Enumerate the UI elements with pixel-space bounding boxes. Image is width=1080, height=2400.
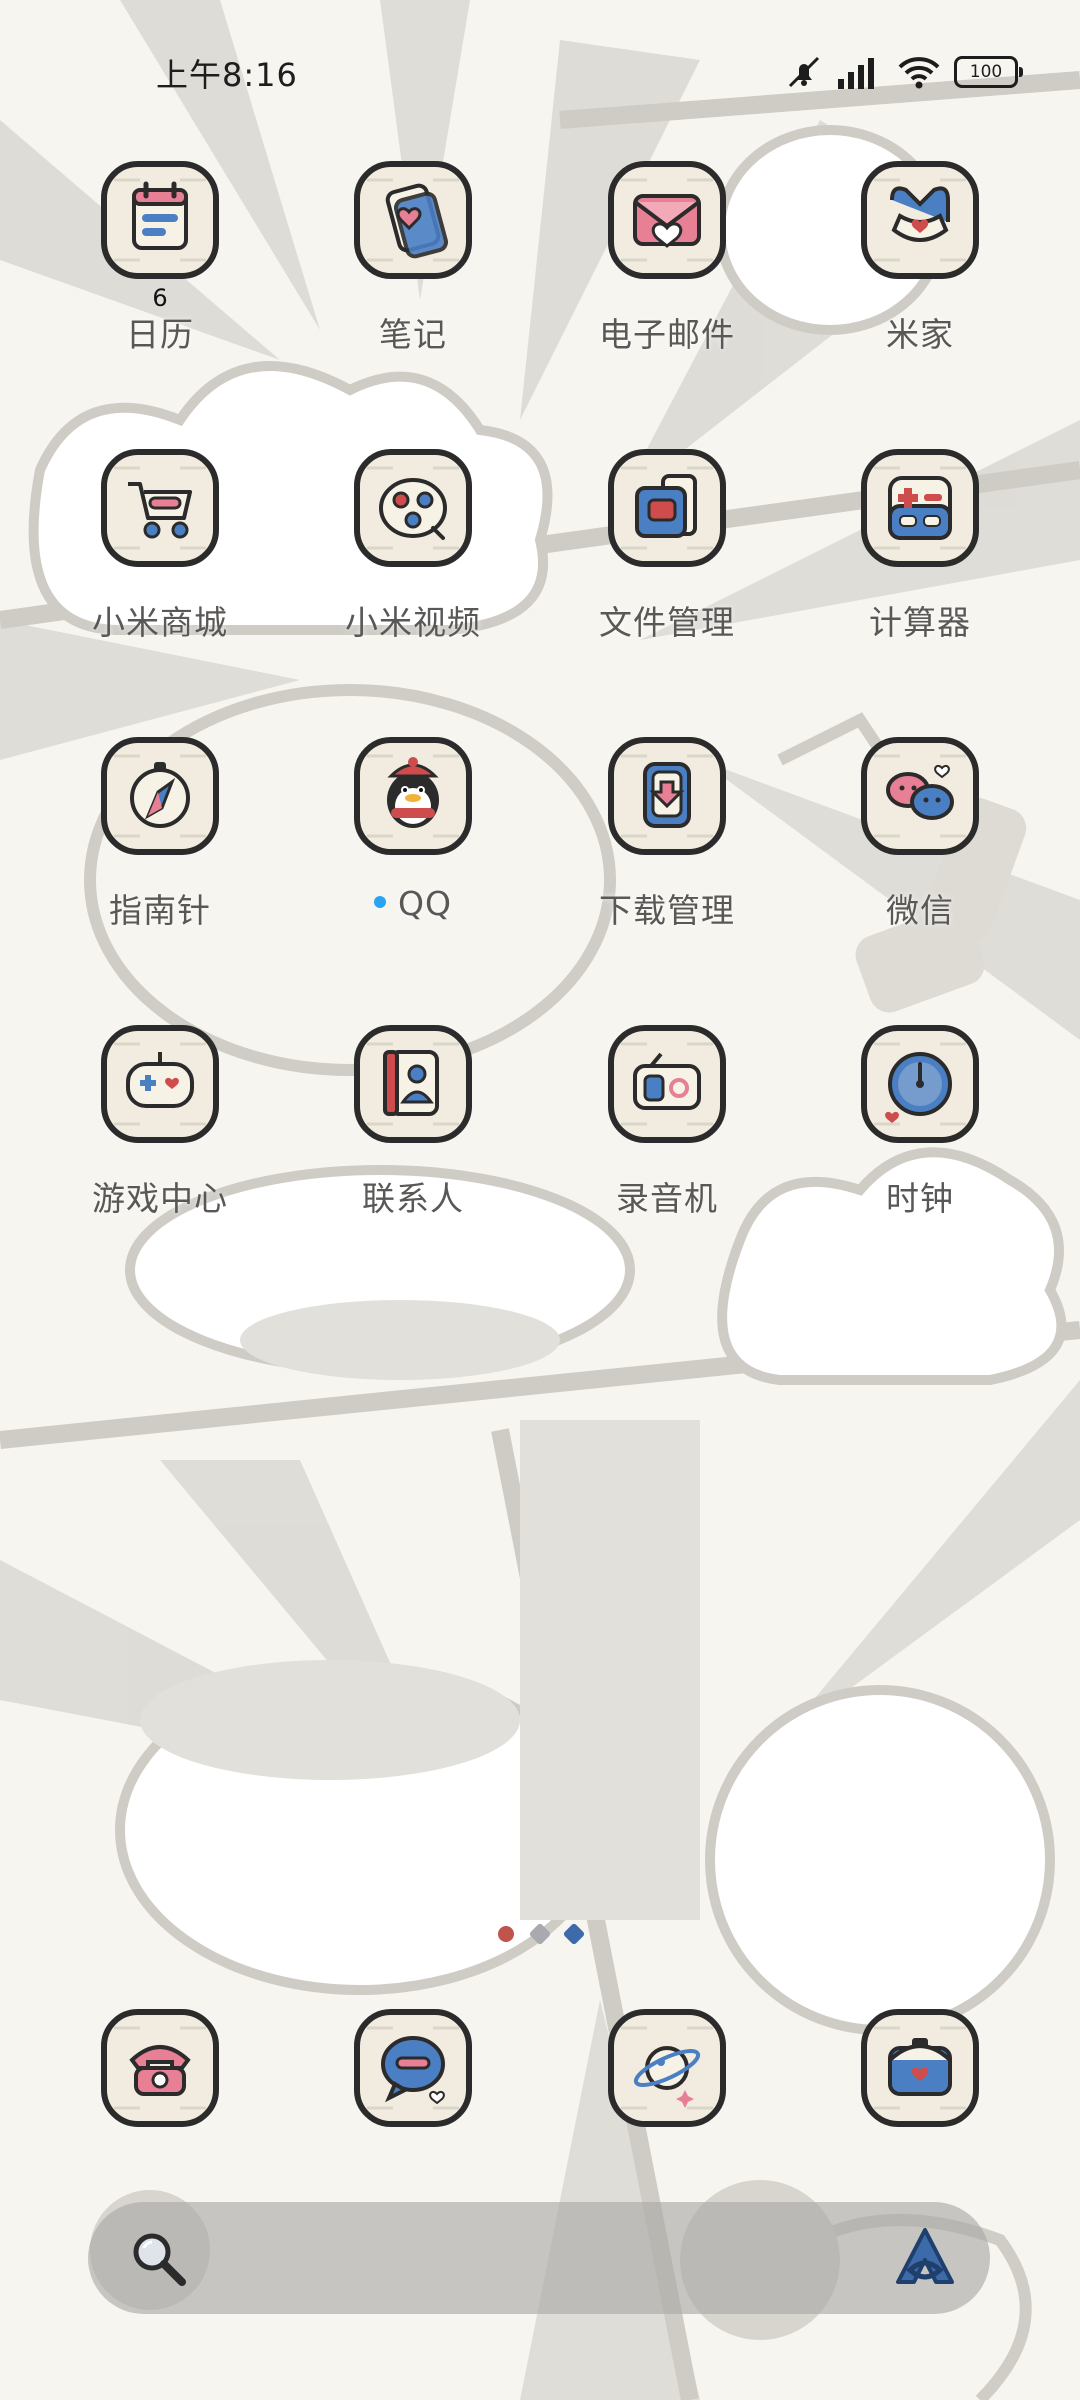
app-label: 小米商城 xyxy=(40,596,280,644)
page-dot[interactable] xyxy=(528,1922,552,1946)
page-indicator[interactable] xyxy=(0,1922,1080,1950)
mute-icon xyxy=(788,56,820,88)
contacts-book-icon[interactable] xyxy=(353,1024,473,1144)
app-label: 小米视频 xyxy=(293,596,533,644)
app-label-text: 时钟 xyxy=(886,1179,954,1218)
dock-phone[interactable] xyxy=(40,2008,280,2138)
app-game-center[interactable]: 游戏中心 xyxy=(40,1024,280,1244)
app-contacts[interactable]: 联系人 xyxy=(293,1024,533,1244)
email-icon[interactable] xyxy=(607,160,727,280)
app-calendar[interactable]: 6 日历 xyxy=(40,160,280,380)
qq-penguin-icon[interactable] xyxy=(353,736,473,856)
folder-icon[interactable] xyxy=(607,448,727,568)
app-label-text: 电子邮件 xyxy=(599,315,735,354)
app-label-text: 微信 xyxy=(886,891,954,930)
notes-icon[interactable] xyxy=(353,160,473,280)
page-dot[interactable] xyxy=(498,1926,514,1942)
app-clock[interactable]: 时钟 xyxy=(800,1024,1040,1244)
app-label: 电子邮件 xyxy=(547,308,787,356)
app-label: 联系人 xyxy=(293,1172,533,1220)
app-label: 微信 xyxy=(800,884,1040,932)
app-notes[interactable]: 笔记 xyxy=(293,160,533,380)
app-mi-store[interactable]: 小米商城 xyxy=(40,448,280,668)
app-label: 时钟 xyxy=(800,1172,1040,1220)
app-qq[interactable]: QQ xyxy=(293,736,533,956)
app-label-text: 小米商城 xyxy=(92,603,228,642)
message-icon[interactable] xyxy=(353,2008,473,2128)
app-label: 米家 xyxy=(800,308,1040,356)
app-label-text: QQ xyxy=(398,884,452,923)
app-label-text: 日历 xyxy=(126,315,194,354)
camera-icon[interactable] xyxy=(860,2008,980,2128)
app-label-text: 笔记 xyxy=(379,315,447,354)
app-recorder[interactable]: 录音机 xyxy=(547,1024,787,1244)
mijia-icon[interactable] xyxy=(860,160,980,280)
clock-icon[interactable] xyxy=(860,1024,980,1144)
app-mijia[interactable]: 米家 xyxy=(800,160,1040,380)
calculator-icon[interactable] xyxy=(860,448,980,568)
dock-messages[interactable] xyxy=(293,2008,533,2138)
assistant-icon[interactable] xyxy=(890,2224,960,2294)
search-bar[interactable] xyxy=(88,2202,990,2314)
app-label-text: 下载管理 xyxy=(599,891,735,930)
phone-icon[interactable] xyxy=(100,2008,220,2128)
gamepad-icon[interactable] xyxy=(100,1024,220,1144)
app-label-text: 录音机 xyxy=(616,1179,718,1218)
app-label-text: 计算器 xyxy=(869,603,971,642)
search-icon[interactable] xyxy=(126,2226,190,2290)
app-label: 下载管理 xyxy=(547,884,787,932)
dock-browser[interactable] xyxy=(547,2008,787,2138)
new-install-dot xyxy=(374,895,387,908)
video-icon[interactable] xyxy=(353,448,473,568)
app-mi-video[interactable]: 小米视频 xyxy=(293,448,533,668)
app-label: 计算器 xyxy=(800,596,1040,644)
app-label-text: 联系人 xyxy=(362,1179,464,1218)
app-calculator[interactable]: 计算器 xyxy=(800,448,1040,668)
shopping-cart-icon[interactable] xyxy=(100,448,220,568)
planet-icon[interactable] xyxy=(607,2008,727,2128)
app-label-text: 指南针 xyxy=(109,891,211,930)
download-icon[interactable] xyxy=(607,736,727,856)
app-label-text: 小米视频 xyxy=(345,603,481,642)
wifi-icon xyxy=(898,57,940,89)
signal-icon xyxy=(838,58,874,89)
compass-icon[interactable] xyxy=(100,736,220,856)
app-label: 文件管理 xyxy=(547,596,787,644)
app-label: QQ xyxy=(293,884,533,923)
recorder-icon[interactable] xyxy=(607,1024,727,1144)
app-downloads[interactable]: 下载管理 xyxy=(547,736,787,956)
status-icons: 100 xyxy=(784,50,1023,94)
app-label: 笔记 xyxy=(293,308,533,356)
page-dot[interactable] xyxy=(562,1922,586,1946)
app-compass[interactable]: 指南针 xyxy=(40,736,280,956)
app-label: 指南针 xyxy=(40,884,280,932)
status-time: 上午8:16 xyxy=(156,56,298,94)
app-file-manager[interactable]: 文件管理 xyxy=(547,448,787,668)
app-label-text: 米家 xyxy=(886,315,954,354)
app-wechat[interactable]: 微信 xyxy=(800,736,1040,956)
app-label: 游戏中心 xyxy=(40,1172,280,1220)
dock-camera[interactable] xyxy=(800,2008,1040,2138)
app-label-text: 文件管理 xyxy=(599,603,735,642)
chat-bubbles-icon[interactable] xyxy=(860,736,980,856)
home-screen: 上午8:16 100 6 日历 笔记 电子邮件 米家 小米商城 小米视频 文件管… xyxy=(0,0,1080,2400)
app-label-text: 游戏中心 xyxy=(92,1179,228,1218)
status-bar: 上午8:16 100 xyxy=(0,0,1080,140)
battery-icon: 100 xyxy=(954,56,1023,88)
app-label: 录音机 xyxy=(547,1172,787,1220)
calendar-icon[interactable] xyxy=(100,160,220,280)
app-label: 日历 xyxy=(40,308,280,356)
app-email[interactable]: 电子邮件 xyxy=(547,160,787,380)
